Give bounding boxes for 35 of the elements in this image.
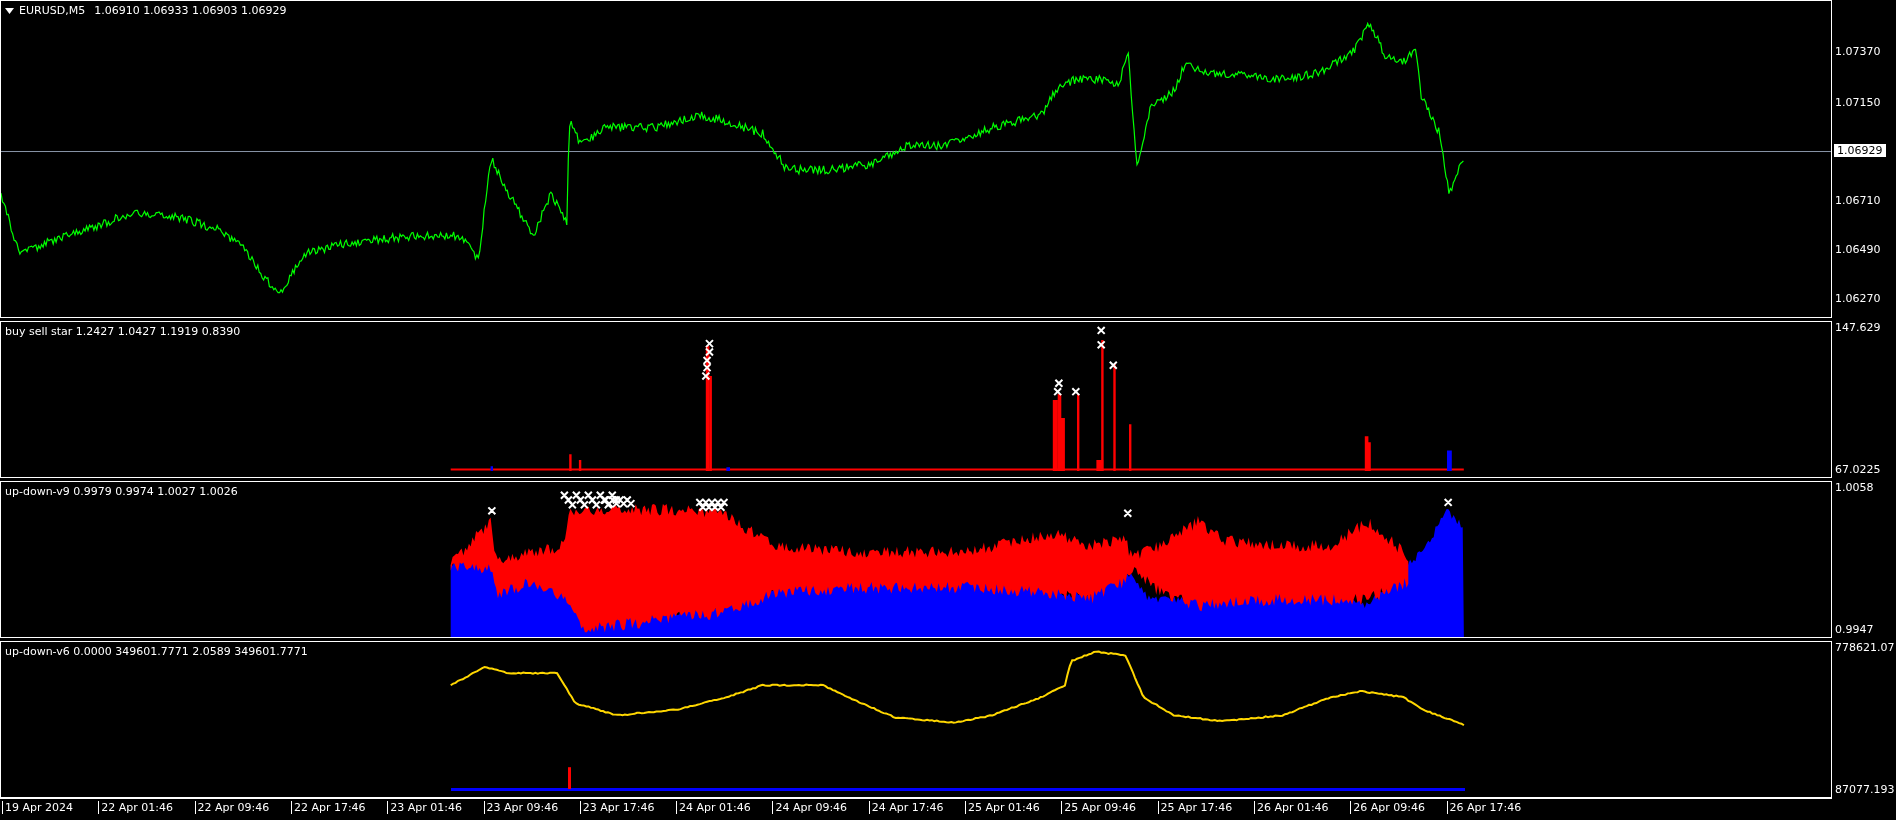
- indicator-axis-label: 0.9947: [1835, 623, 1874, 636]
- indicator-axis-label: 1.0058: [1835, 481, 1874, 494]
- time-axis-label: 24 Apr 01:46: [676, 801, 751, 814]
- time-axis-label: 25 Apr 17:46: [1157, 801, 1233, 814]
- time-axis-label: 26 Apr 09:46: [1350, 801, 1425, 814]
- time-axis-label: 26 Apr 17:46: [1446, 801, 1522, 814]
- time-axis-label: 25 Apr 09:46: [1061, 801, 1137, 814]
- time-axis-label: 22 Apr 01:46: [98, 801, 174, 814]
- symbol-label: EURUSD,M5: [19, 4, 86, 17]
- price-axis-label: 1.06490: [1835, 243, 1881, 256]
- ohlc-values: 1.06910 1.06933 1.06903 1.06929: [94, 4, 287, 17]
- indicator-axis-label: 87077.193: [1835, 783, 1895, 796]
- price-axis-label: 1.06270: [1835, 292, 1881, 305]
- time-axis-label: 26 Apr 01:46: [1253, 801, 1329, 814]
- time-axis-label: 24 Apr 17:46: [868, 801, 944, 814]
- time-axis-label: 23 Apr 01:46: [387, 801, 462, 814]
- time-axis-label: 23 Apr 09:46: [483, 801, 559, 814]
- indicator-header: up-down-v6 0.0000 349601.7771 2.0589 349601.7771: [5, 645, 308, 658]
- indicator-axis-label: 778621.07: [1835, 641, 1895, 654]
- price-axis-label: 1.07370: [1835, 45, 1881, 58]
- time-axis-label: 19 Apr 2024: [2, 801, 73, 814]
- indicator-header: buy sell star 1.2427 1.0427 1.1919 0.8390: [5, 325, 241, 338]
- indicator-axis-label: 67.0225: [1835, 463, 1881, 476]
- time-axis-label: 23 Apr 17:46: [579, 801, 655, 814]
- time-axis-label: 22 Apr 17:46: [290, 801, 366, 814]
- indicator-axis-label: 147.629: [1835, 321, 1881, 334]
- time-axis-label: 22 Apr 09:46: [194, 801, 270, 814]
- time-axis-label: 25 Apr 01:46: [965, 801, 1040, 814]
- price-axis-label: 1.07150: [1835, 96, 1881, 109]
- collapse-triangle-icon[interactable]: [5, 7, 14, 14]
- current-price-label: 1.06929: [1834, 144, 1886, 157]
- time-axis-label: 24 Apr 09:46: [772, 801, 848, 814]
- spike-drawing: [568, 767, 571, 790]
- price-axis-label: 1.06710: [1835, 194, 1881, 207]
- indicator-header: up-down-v9 0.9979 0.9974 1.0027 1.0026: [5, 485, 238, 498]
